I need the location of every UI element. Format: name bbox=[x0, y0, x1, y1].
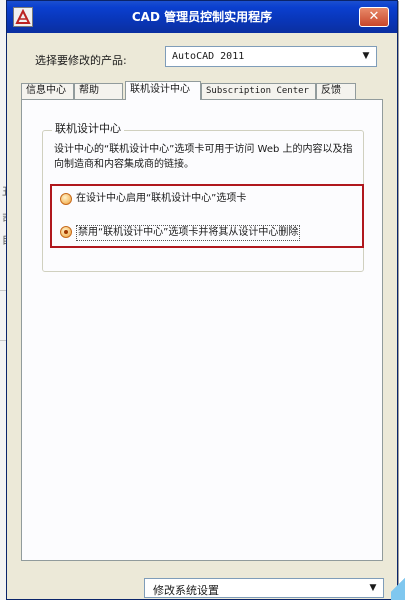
radio-button-unchecked[interactable] bbox=[60, 193, 72, 205]
description-text: 设计中心的“联机设计中心”选项卡可用于访问 Web 上的内容以及指向制造商和内容… bbox=[54, 144, 353, 170]
title-bar[interactable]: CAD 管理员控制实用程序 ✕ bbox=[7, 1, 397, 33]
tab-online-design-center[interactable]: 联机设计中心 bbox=[125, 81, 201, 100]
option-label[interactable]: 禁用“联机设计中心”选项卡并将其从设计中心删除 bbox=[76, 225, 301, 241]
product-label: 选择要修改的产品: bbox=[35, 54, 127, 67]
product-selected-value: AutoCAD 2011 bbox=[172, 51, 245, 62]
tab-feedback[interactable]: 反馈 bbox=[316, 83, 356, 99]
chevron-down-icon[interactable]: ▼ bbox=[365, 580, 381, 596]
option-label[interactable]: 在设计中心启用“联机设计中心”选项卡 bbox=[76, 192, 246, 206]
tab-panel-online-design-center: 联机设计中心 设计中心的“联机设计中心”选项卡可用于访问 Web 上的内容以及指… bbox=[21, 99, 383, 561]
settings-selected-value: 修改系统设置 bbox=[153, 584, 219, 597]
cad-admin-dialog: CAD 管理员控制实用程序 ✕ 选择要修改的产品: AutoCAD 2011 ▼… bbox=[6, 0, 398, 600]
chevron-down-icon[interactable]: ▼ bbox=[358, 48, 374, 65]
close-button[interactable]: ✕ bbox=[359, 7, 389, 27]
tab-subscription-center[interactable]: Subscription Center bbox=[201, 83, 316, 99]
window-title: CAD 管理员控制实用程序 bbox=[131, 10, 273, 24]
group-title: 联机设计中心 bbox=[52, 120, 124, 136]
tab-help[interactable]: 帮助 bbox=[74, 83, 123, 99]
settings-dropdown[interactable]: 修改系统设置 ▼ bbox=[144, 578, 384, 598]
corner-decoration bbox=[391, 570, 405, 600]
tab-info-center[interactable]: 信息中心 bbox=[21, 83, 74, 99]
product-dropdown[interactable]: AutoCAD 2011 ▼ bbox=[165, 46, 377, 67]
radio-button-checked[interactable] bbox=[60, 226, 72, 238]
